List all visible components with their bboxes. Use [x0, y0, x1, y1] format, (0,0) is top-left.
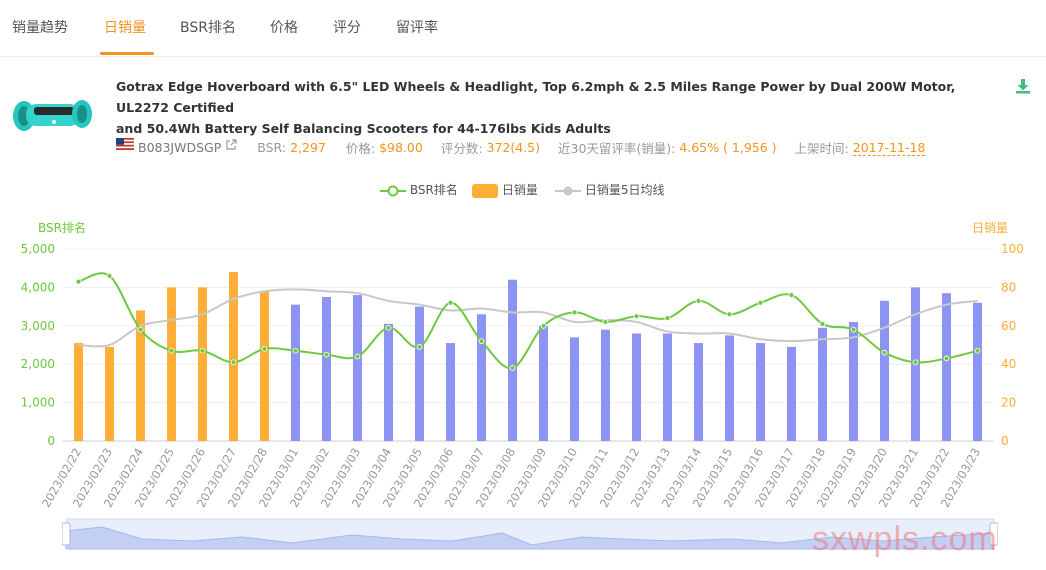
bsr-point: [385, 324, 392, 331]
left-axis-tick: 0: [47, 434, 55, 448]
sales-bar: [694, 343, 703, 441]
left-axis-tick: 2,000: [21, 357, 55, 371]
bsr-point: [540, 322, 547, 329]
sales-bar: [353, 295, 362, 441]
sales-bar: [198, 287, 207, 441]
bsr-point: [881, 349, 888, 356]
bsr-point: [726, 311, 733, 318]
sales-bar: [446, 343, 455, 441]
bsr-point: [943, 355, 950, 362]
right-axis-tick: 80: [1001, 280, 1016, 294]
bsr-point: [974, 347, 981, 354]
bsr-point: [199, 347, 206, 354]
left-axis-tick: 1,000: [21, 396, 55, 410]
right-axis-tick: 60: [1001, 319, 1016, 333]
watermark: sxwpls.com: [812, 520, 998, 558]
sales-bar: [539, 325, 548, 441]
bsr-point: [695, 297, 702, 304]
sales-bar: [415, 306, 424, 441]
bsr-point: [261, 345, 268, 352]
bsr-point: [509, 365, 516, 371]
sales-bar: [384, 323, 393, 441]
sales-bar: [663, 333, 672, 441]
sales-bar: [632, 333, 641, 441]
zoom-handle-left: [62, 522, 71, 546]
bsr-point: [137, 326, 144, 333]
sales-bar: [601, 329, 610, 441]
bsr-point: [602, 319, 609, 325]
right-axis-tick: 20: [1001, 396, 1016, 410]
bsr-point: [478, 338, 485, 345]
sales-bar: [849, 321, 858, 441]
sales-bar: [725, 335, 734, 441]
sales-bar: [74, 343, 83, 441]
sales-bar: [973, 302, 982, 441]
sales-bar: [818, 327, 827, 441]
bsr-point: [168, 347, 175, 354]
bsr-point: [757, 299, 764, 306]
daily-sales-chart[interactable]: 01,0002,0003,0004,0005,00002040608010020…: [0, 0, 1046, 570]
bsr-point: [788, 292, 795, 298]
sales-bar: [260, 291, 269, 441]
bsr-point: [571, 309, 578, 316]
bsr-point: [323, 351, 330, 358]
bsr-point: [106, 272, 113, 279]
bsr-point: [354, 353, 361, 360]
left-axis-tick: 5,000: [21, 242, 55, 256]
sales-bar: [477, 314, 486, 441]
sales-bar: [167, 287, 176, 441]
sales-bar: [105, 346, 114, 441]
left-axis-tick: 4,000: [21, 280, 55, 294]
right-axis-tick: 40: [1001, 357, 1016, 371]
moving-average-line: [78, 288, 978, 348]
sales-bar: [880, 300, 889, 441]
bsr-point: [447, 299, 454, 306]
left-axis-tick: 3,000: [21, 319, 55, 333]
sales-bar: [508, 279, 517, 441]
sales-bar: [787, 346, 796, 441]
sales-bar: [570, 337, 579, 441]
bsr-point: [850, 326, 857, 333]
right-axis-tick: 0: [1001, 434, 1009, 448]
bsr-point: [912, 359, 919, 366]
sales-bar: [322, 297, 331, 441]
bsr-point: [416, 344, 423, 350]
bsr-point: [292, 347, 299, 354]
bsr-point: [633, 313, 640, 320]
sales-bar: [756, 343, 765, 441]
sales-bar: [291, 304, 300, 441]
sales-bar: [942, 293, 951, 441]
right-axis-tick: 100: [1001, 242, 1024, 256]
bsr-point: [819, 320, 826, 327]
bsr-point: [664, 315, 671, 322]
bsr-point: [230, 359, 237, 366]
bsr-point: [75, 278, 82, 285]
